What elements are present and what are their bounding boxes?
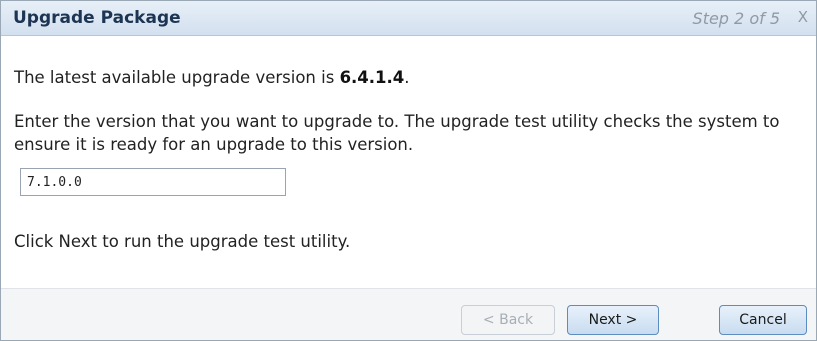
back-button[interactable]: < Back (461, 305, 555, 335)
next-button[interactable]: Next > (567, 305, 659, 335)
latest-version-value: 6.4.1.4 (339, 68, 405, 87)
dialog-titlebar: Upgrade Package Step 2 of 5 X (1, 1, 816, 36)
close-icon[interactable]: X (798, 8, 808, 26)
latest-version-text: The latest available upgrade version is … (14, 66, 410, 89)
step-indicator: Step 2 of 5 (692, 9, 780, 28)
latest-version-suffix: . (404, 68, 410, 87)
upgrade-package-dialog: Upgrade Package Step 2 of 5 X The latest… (0, 0, 817, 341)
next-hint-text: Click Next to run the upgrade test utili… (14, 232, 351, 251)
cancel-button[interactable]: Cancel (719, 305, 807, 335)
version-input[interactable] (20, 168, 286, 196)
dialog-footer: < Back Next > Cancel (1, 288, 816, 340)
dialog-title: Upgrade Package (13, 8, 181, 28)
instruction-text: Enter the version that you want to upgra… (14, 112, 780, 154)
latest-version-prefix: The latest available upgrade version is (14, 68, 340, 87)
